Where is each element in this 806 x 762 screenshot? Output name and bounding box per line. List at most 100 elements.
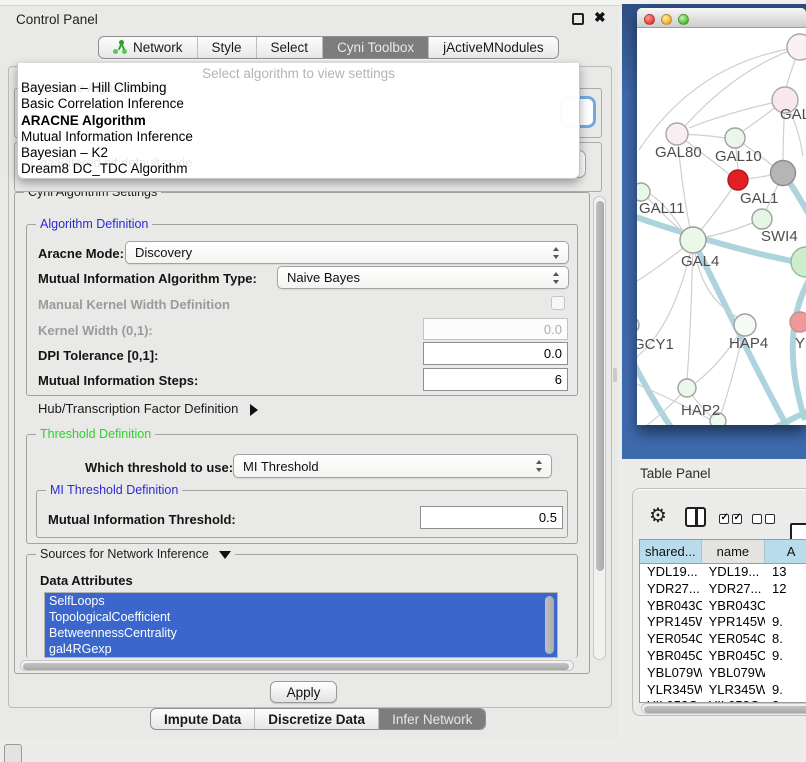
network-node[interactable] [637, 317, 639, 333]
panel-divider-handle[interactable] [613, 368, 617, 382]
mi-steps-label: Mutual Information Steps: [38, 373, 198, 388]
table-row[interactable]: YER054CYER054C8. [640, 631, 806, 648]
table-row[interactable]: YDL19...YDL19...13 [640, 564, 806, 581]
apply-button[interactable]: Apply [270, 681, 337, 703]
table-cell: YBR043C [640, 598, 702, 615]
network-node[interactable] [734, 314, 756, 336]
data-attribute-item[interactable]: TopologicalCoefficient [45, 609, 557, 625]
control-panel-tabbar: Network Style Select Cyni Toolbox jActiv… [98, 36, 559, 59]
table-row[interactable]: YBL079WYBL079W [640, 665, 806, 682]
collapsed-panel-icon[interactable] [4, 744, 22, 762]
minimize-window-icon[interactable] [661, 14, 672, 25]
node-label: GAL4 [681, 253, 719, 270]
network-node[interactable] [752, 209, 772, 229]
node-label: GAL11 [639, 200, 685, 217]
network-node[interactable] [771, 161, 796, 186]
table-row[interactable]: YBR043CYBR043C [640, 598, 806, 615]
table-cell: YDR27... [640, 581, 702, 598]
attributes-list-scrollbar[interactable] [545, 596, 554, 654]
algorithm-definition-title: Algorithm Definition [36, 217, 152, 231]
table-cell: 9. [765, 614, 806, 631]
kernel-width-field[interactable]: 0.0 [423, 318, 568, 340]
data-attribute-item[interactable]: gal4RGexp [45, 641, 557, 657]
table-row[interactable]: YLR345WYLR345W9. [640, 682, 806, 699]
tab-network-label: Network [133, 40, 183, 55]
float-window-icon[interactable] [572, 13, 584, 25]
select-all-checks-icon[interactable] [719, 512, 745, 527]
column-header[interactable]: A [765, 540, 806, 563]
column-header[interactable]: shared... [640, 540, 702, 563]
close-icon[interactable]: ✖ [594, 9, 606, 26]
table-cell: YLR345W [702, 682, 765, 699]
mi-threshold-definition-title: MI Threshold Definition [46, 483, 182, 497]
hub-definition-expander[interactable]: Hub/Transcription Factor Definition [38, 401, 258, 416]
sources-title: Sources for Network Inference [40, 547, 209, 561]
settings-gear-icon[interactable]: ⚙ [649, 506, 667, 526]
mi-threshold-label: Mutual Information Threshold: [48, 512, 236, 527]
apply-button-label: Apply [287, 685, 321, 700]
network-node[interactable] [725, 128, 745, 148]
table-horizontal-scrollbar[interactable] [641, 703, 806, 714]
mi-algorithm-type-label: Mutual Information Algorithm Type: [38, 271, 257, 286]
node-label: HAP2 [681, 402, 720, 419]
network-node[interactable] [678, 379, 696, 397]
table-row[interactable]: YPR145WYPR145W9. [640, 614, 806, 631]
tab-infer-network[interactable]: Infer Network [379, 709, 485, 729]
aracne-mode-value: Discovery [135, 245, 192, 260]
node-label: GAL1 [740, 190, 778, 207]
tab-select[interactable]: Select [257, 37, 324, 58]
data-attribute-item[interactable]: BetweennessCentrality [45, 625, 557, 641]
table-row[interactable]: YDR27...YDR27...12 [640, 581, 806, 598]
network-node[interactable] [728, 170, 748, 190]
manual-kernel-width-label: Manual Kernel Width Definition [38, 297, 230, 312]
algorithm-option[interactable]: Bayesian – Hill Climbing [18, 80, 579, 96]
data-attributes-label: Data Attributes [40, 573, 133, 588]
tab-discretize-data[interactable]: Discretize Data [255, 709, 379, 729]
close-window-icon[interactable] [644, 14, 655, 25]
tab-impute-data[interactable]: Impute Data [151, 709, 255, 729]
algorithm-option[interactable]: ARACNE Algorithm [18, 113, 579, 129]
network-node[interactable] [787, 34, 806, 60]
dpi-tolerance-field[interactable]: 0.0 [423, 342, 568, 365]
column-header[interactable]: name [702, 540, 765, 563]
tab-style[interactable]: Style [198, 37, 257, 58]
network-node[interactable] [791, 247, 806, 277]
network-window-titlebar[interactable] [637, 8, 806, 28]
network-node[interactable] [637, 183, 650, 201]
aracne-mode-select[interactable]: Discovery [125, 241, 569, 264]
tab-network[interactable]: Network [99, 37, 198, 58]
table-cell [765, 665, 806, 682]
network-canvas[interactable]: GALGAL80GAL10GAL11GAL1SWI4GAL4GCY1HAP4YH… [637, 28, 806, 425]
tab-jactivemnodules[interactable]: jActiveMNodules [429, 37, 558, 58]
mi-steps-field[interactable]: 6 [423, 368, 568, 391]
which-threshold-select[interactable]: MI Threshold [233, 454, 552, 478]
network-node[interactable] [666, 123, 688, 145]
settings-vertical-scrollbar[interactable] [593, 196, 606, 660]
deselect-all-checks-icon[interactable] [752, 512, 778, 527]
hub-definition-label: Hub/Transcription Factor Definition [38, 401, 238, 416]
algorithm-option[interactable]: Dream8 DC_TDC Algorithm [18, 161, 579, 177]
network-node[interactable] [680, 227, 706, 253]
data-attribute-item[interactable]: SelfLoops [45, 593, 557, 609]
control-panel: Control Panel ✖ Network Style Select Cyn… [0, 6, 618, 740]
column-layout-icon[interactable] [685, 507, 706, 527]
screen: Control Panel ✖ Network Style Select Cyn… [0, 0, 806, 762]
table-cell: 8. [765, 631, 806, 648]
algorithm-option[interactable]: Basic Correlation Inference [18, 96, 579, 112]
zoom-window-icon[interactable] [678, 14, 689, 25]
which-threshold-value: MI Threshold [243, 459, 319, 474]
algorithm-option[interactable]: Bayesian – K2 [18, 145, 579, 161]
settings-horizontal-scrollbar[interactable] [20, 660, 574, 671]
table-cell: YER054C [640, 631, 702, 648]
sources-expander[interactable]: Sources for Network Inference [36, 547, 235, 561]
tab-cyni-toolbox[interactable]: Cyni Toolbox [323, 37, 429, 58]
panel-title: Control Panel [16, 12, 98, 27]
network-node[interactable] [790, 312, 806, 332]
node-table: shared...nameA YDL19...YDL19...13YDR27..… [639, 539, 806, 703]
mi-threshold-field[interactable]: 0.5 [420, 506, 563, 529]
manual-kernel-width-checkbox[interactable] [551, 296, 565, 310]
algorithm-option[interactable]: Mutual Information Inference [18, 129, 579, 145]
mi-algorithm-type-select[interactable]: Naive Bayes [277, 266, 569, 289]
table-row[interactable]: YBR045CYBR045C9. [640, 648, 806, 665]
node-label: GCY1 [637, 336, 674, 353]
